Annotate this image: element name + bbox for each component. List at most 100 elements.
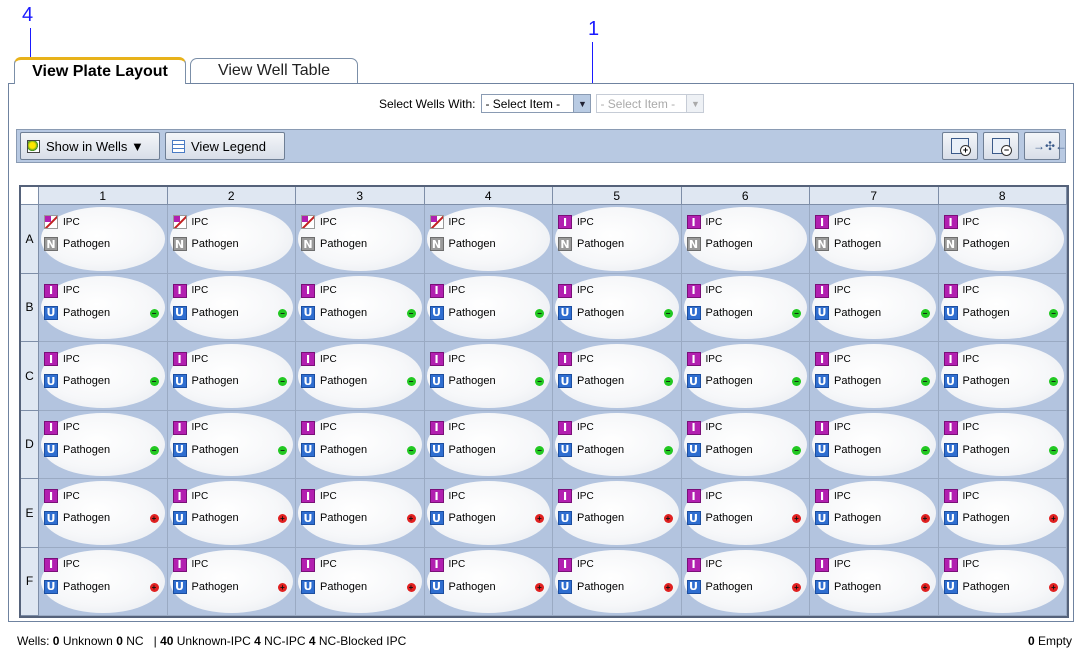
column-header[interactable]: 2 [167, 187, 296, 205]
row-header[interactable]: A [21, 205, 39, 274]
well[interactable]: I IPC U Pathogen + [810, 479, 939, 548]
column-header[interactable]: 8 [938, 187, 1067, 205]
positive-call-icon: + [406, 582, 416, 592]
task-icon [44, 215, 58, 229]
well[interactable]: I IPC N Pathogen [810, 205, 939, 274]
well[interactable]: I IPC N Pathogen [938, 205, 1067, 274]
well[interactable]: IPC N Pathogen [167, 205, 296, 274]
well[interactable]: I IPC U Pathogen + [424, 547, 553, 616]
well[interactable]: I IPC U Pathogen + [681, 547, 810, 616]
well[interactable]: I IPC U Pathogen − [39, 342, 168, 411]
target-pathogen: N Pathogen [429, 237, 496, 251]
target-label: Pathogen [834, 375, 882, 387]
well[interactable]: I IPC U Pathogen − [296, 273, 425, 342]
zoom-in-button[interactable]: + [942, 132, 978, 160]
well[interactable]: I IPC U Pathogen − [167, 410, 296, 479]
task-icon: I [558, 215, 572, 229]
well[interactable]: I IPC N Pathogen [681, 205, 810, 274]
well[interactable]: I IPC U Pathogen + [167, 547, 296, 616]
well[interactable]: I IPC U Pathogen − [424, 410, 553, 479]
well[interactable]: I IPC U Pathogen − [167, 342, 296, 411]
target-ipc: I IPC [815, 352, 851, 366]
target-label: IPC [320, 285, 337, 296]
well[interactable]: I IPC U Pathogen − [296, 410, 425, 479]
well[interactable]: IPC N Pathogen [424, 205, 553, 274]
column-header[interactable]: 5 [553, 187, 682, 205]
column-header[interactable]: 6 [681, 187, 810, 205]
well[interactable]: I IPC U Pathogen + [296, 479, 425, 548]
well[interactable]: I IPC U Pathogen + [938, 547, 1067, 616]
column-header[interactable]: 1 [39, 187, 168, 205]
well[interactable]: I IPC U Pathogen − [553, 410, 682, 479]
target-label: IPC [191, 490, 209, 502]
well[interactable]: I IPC U Pathogen − [938, 410, 1067, 479]
target-label: Pathogen [448, 443, 496, 456]
positive-call-icon: + [663, 514, 673, 523]
well[interactable]: I IPC U Pathogen − [39, 273, 168, 342]
well[interactable]: I IPC U Pathogen − [681, 273, 810, 342]
well[interactable]: I IPC U Pathogen + [424, 479, 553, 548]
target-pathogen: U Pathogen [301, 579, 367, 594]
task-icon: I [558, 352, 572, 366]
task-icon: U [943, 442, 958, 457]
well[interactable]: I IPC U Pathogen + [296, 547, 425, 616]
target-label: IPC [577, 353, 594, 365]
well[interactable]: I IPC U Pathogen − [810, 410, 939, 479]
callout-4: 4 [22, 4, 34, 26]
target-label: IPC [577, 422, 594, 433]
task-icon: U [429, 511, 444, 525]
task-icon: I [429, 420, 444, 435]
well[interactable]: I IPC U Pathogen + [39, 547, 168, 616]
well[interactable]: I IPC U Pathogen − [553, 273, 682, 342]
task-icon: U [44, 511, 58, 525]
well[interactable]: I IPC U Pathogen + [810, 547, 939, 616]
well[interactable]: I IPC U Pathogen + [553, 547, 682, 616]
target-pathogen: U Pathogen [686, 579, 753, 594]
well[interactable]: IPC N Pathogen [296, 205, 425, 274]
task-icon: I [558, 420, 572, 435]
well[interactable]: I IPC U Pathogen − [681, 342, 810, 411]
positive-call-icon: + [1049, 582, 1058, 592]
target-ipc: I IPC [429, 283, 465, 298]
well[interactable]: I IPC U Pathogen − [681, 410, 810, 479]
task-icon: I [686, 420, 701, 435]
well[interactable]: I IPC U Pathogen + [681, 479, 810, 548]
target-pathogen: U Pathogen [558, 579, 624, 594]
zoom-out-button[interactable]: − [983, 132, 1019, 160]
well[interactable]: I IPC U Pathogen + [938, 479, 1067, 548]
target-ipc: I IPC [943, 283, 979, 298]
well[interactable]: I IPC U Pathogen − [810, 342, 939, 411]
target-label: Pathogen [448, 238, 496, 250]
tab-view-plate-layout[interactable]: View Plate Layout [14, 57, 186, 84]
target-label: Pathogen [705, 238, 753, 250]
show-in-wells-button[interactable]: Show in Wells ▼ [20, 132, 160, 160]
select-item-dropdown[interactable]: - Select Item - ▼ [481, 94, 592, 113]
column-header[interactable]: 4 [424, 187, 553, 205]
well[interactable]: I IPC N Pathogen [553, 205, 682, 274]
task-icon: I [815, 557, 829, 572]
row-header[interactable]: F [21, 547, 39, 616]
well[interactable]: I IPC U Pathogen − [810, 273, 939, 342]
well[interactable]: I IPC U Pathogen − [296, 342, 425, 411]
well[interactable]: IPC N Pathogen [39, 205, 168, 274]
row-header[interactable]: B [21, 273, 39, 342]
row-header[interactable]: D [21, 410, 39, 479]
well[interactable]: I IPC U Pathogen − [553, 342, 682, 411]
well[interactable]: I IPC U Pathogen − [424, 342, 553, 411]
well[interactable]: I IPC U Pathogen − [938, 273, 1067, 342]
tab-view-well-table[interactable]: View Well Table [190, 58, 358, 83]
column-header[interactable]: 3 [296, 187, 425, 205]
well[interactable]: I IPC U Pathogen + [39, 479, 168, 548]
view-legend-button[interactable]: View Legend [165, 132, 285, 160]
well[interactable]: I IPC U Pathogen − [39, 410, 168, 479]
well[interactable]: I IPC U Pathogen − [938, 342, 1067, 411]
row-header[interactable]: C [21, 342, 39, 411]
well[interactable]: I IPC U Pathogen + [553, 479, 682, 548]
column-header[interactable]: 7 [810, 187, 939, 205]
well[interactable]: I IPC U Pathogen + [167, 479, 296, 548]
row-header[interactable]: E [21, 479, 39, 548]
plate-corner[interactable] [21, 187, 39, 205]
fit-to-window-button[interactable]: →✣← [1024, 132, 1067, 160]
well[interactable]: I IPC U Pathogen − [424, 273, 553, 342]
well[interactable]: I IPC U Pathogen − [167, 273, 296, 342]
